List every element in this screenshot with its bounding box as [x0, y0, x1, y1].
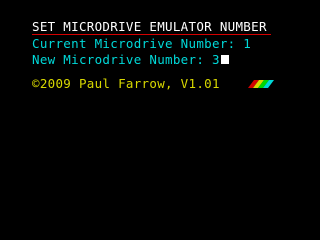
copyright-notice: ©2009 Paul Farrow, V1.01: [32, 76, 220, 91]
emulator-screen: SET MICRODRIVE EMULATOR NUMBER Current M…: [0, 0, 320, 240]
screen-title: SET MICRODRIVE EMULATOR NUMBER: [32, 19, 267, 34]
new-microdrive-number-text: New Microdrive Number: 3: [32, 52, 220, 67]
new-microdrive-number-input[interactable]: New Microdrive Number: 3: [32, 53, 229, 67]
title-underline: [32, 34, 271, 35]
block-cursor-icon: [220, 55, 229, 64]
current-microdrive-number: Current Microdrive Number: 1: [32, 36, 252, 51]
spectrum-rainbow-stripes-icon: [248, 80, 274, 88]
